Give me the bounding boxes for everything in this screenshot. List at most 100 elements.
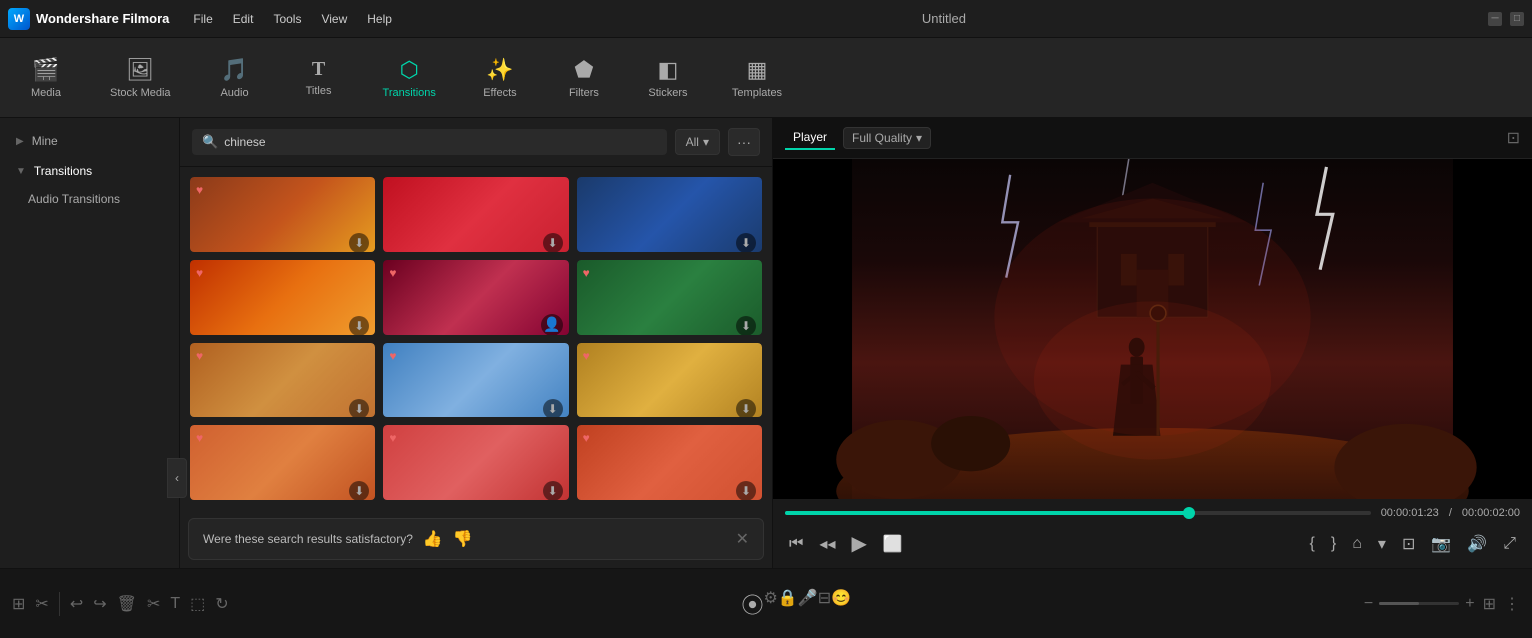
quality-selector[interactable]: Full Quality ▾	[843, 127, 931, 149]
download-icon[interactable]: ⬇	[349, 399, 369, 418]
filter-button[interactable]: All ▾	[675, 129, 720, 155]
fullscreen-button[interactable]: ⊡	[1398, 530, 1419, 558]
text-tool-button[interactable]: T	[170, 595, 180, 613]
toolbar-transitions-label: Transitions	[383, 87, 436, 99]
feedback-close-button[interactable]: ✕	[736, 529, 749, 549]
mark-in-button[interactable]: {	[1306, 531, 1319, 557]
grid-thumb-10: ♥ ⬇	[190, 425, 375, 500]
search-input-wrap[interactable]: 🔍	[192, 129, 667, 155]
download-icon[interactable]: ⬇	[543, 233, 563, 252]
thumbs-down-button[interactable]: 👎	[453, 529, 473, 549]
delete-button[interactable]: 🗑	[117, 594, 137, 614]
window-maximize-button[interactable]: □	[1510, 12, 1524, 26]
grid-item-1[interactable]: ♥ ⬇ Chinese New Year Transition...	[190, 177, 375, 252]
mic-button[interactable]: 🎤	[798, 588, 818, 620]
grid-item-3[interactable]: ⬇ Pixel Fighting Game Transi...	[577, 177, 762, 252]
more-timeline-button[interactable]: ⋮	[1504, 594, 1520, 614]
undo-button[interactable]: ↩	[70, 594, 83, 614]
menu-edit[interactable]: Edit	[225, 8, 262, 30]
grid-item-5[interactable]: ♥ 👤 Chinese New Year Transition...	[383, 260, 568, 335]
templates-icon: ▦	[747, 57, 768, 83]
layout-button[interactable]: ⊟	[818, 588, 831, 620]
play-center-button[interactable]: ⦿	[742, 588, 764, 620]
progress-bar[interactable]	[785, 511, 1371, 515]
more-options-button[interactable]: ···	[728, 128, 760, 156]
sidebar-item-mine[interactable]: ▶ Mine	[4, 126, 175, 156]
toolbar-effects[interactable]: ✨ Effects	[470, 51, 530, 105]
toolbar-audio[interactable]: 🎵 Audio	[205, 51, 265, 105]
download-icon[interactable]: ⬇	[543, 481, 563, 500]
toolbar-transitions[interactable]: ⬡ Transitions	[373, 51, 446, 105]
timeline-tool-2[interactable]: ✂	[35, 594, 48, 614]
rotate-tool-button[interactable]: ↻	[215, 594, 228, 614]
download-icon[interactable]: ⬇	[736, 481, 756, 500]
render-button[interactable]: ▾	[1374, 530, 1390, 558]
toolbar-stickers[interactable]: ◧ Stickers	[638, 51, 698, 105]
face-button[interactable]: 😊	[831, 588, 851, 620]
snapshot-button[interactable]: 📷	[1427, 530, 1455, 558]
window-minimize-button[interactable]: ─	[1488, 12, 1502, 26]
cut-tool-button[interactable]: ✂	[147, 594, 160, 614]
crop-tool-button[interactable]: ⬚	[190, 594, 205, 614]
grid-item-11[interactable]: ♥ ⬇	[383, 425, 568, 500]
download-icon[interactable]: ⬇	[736, 233, 756, 252]
redo-button[interactable]: ↪	[93, 594, 106, 614]
cut-button[interactable]: ⌂	[1348, 531, 1366, 557]
grid-item-10[interactable]: ♥ ⬇	[190, 425, 375, 500]
lock-button[interactable]: 🔒	[778, 588, 798, 620]
zoom-in-button[interactable]: +	[1465, 595, 1474, 613]
settings-center-button[interactable]: ⚙	[764, 588, 778, 620]
stop-button[interactable]: ⬜	[879, 530, 907, 558]
thumbs-up-button[interactable]: 👍	[423, 529, 443, 549]
time-separator: /	[1449, 507, 1452, 519]
skip-back-button[interactable]: ⏮	[785, 531, 807, 557]
app-name: Wondershare Filmora	[36, 11, 169, 26]
download-icon[interactable]: ⬇	[543, 399, 563, 418]
download-icon[interactable]: ⬇	[349, 233, 369, 252]
download-icon[interactable]: ⬇	[736, 399, 756, 418]
grid-item-12[interactable]: ♥ ⬇	[577, 425, 762, 500]
sidebar-mine-label: Mine	[32, 134, 58, 148]
toolbar-audio-label: Audio	[220, 87, 248, 99]
grid-item-9[interactable]: ♥ ⬇ Chinese Mythology Particle ...	[577, 343, 762, 418]
search-input[interactable]	[224, 135, 656, 149]
volume-button[interactable]: 🔊	[1463, 530, 1491, 558]
menu-tools[interactable]: Tools	[265, 8, 309, 30]
sidebar: ▶ Mine ▼ Transitions Audio Transitions ‹	[0, 118, 180, 568]
player-tab[interactable]: Player	[785, 126, 835, 150]
download-icon[interactable]: ⬇	[349, 481, 369, 500]
download-icon[interactable]: ⬇	[349, 316, 369, 335]
toolbar-titles[interactable]: T Titles	[289, 52, 349, 103]
menu-help[interactable]: Help	[359, 8, 400, 30]
grid-item-6[interactable]: ♥ ⬇ Chinese Calligraphy Pack Tr...	[577, 260, 762, 335]
frame-back-button[interactable]: ◂◂	[815, 530, 839, 558]
zoom-slider[interactable]	[1379, 602, 1459, 605]
grid-item-4[interactable]: ♥ ⬇ First Full Moon Transition 25	[190, 260, 375, 335]
grid-thumb-2: ⬇	[383, 177, 568, 252]
grid-view-button[interactable]: ⊞	[1483, 594, 1496, 614]
grid-item-7[interactable]: ♥ ⬇ Chinese Mythology Particle ...	[190, 343, 375, 418]
player-video	[773, 159, 1532, 499]
external-display-icon[interactable]: ⊡	[1507, 130, 1520, 147]
expand-button[interactable]: ⤢	[1499, 531, 1520, 557]
sidebar-item-audio-transitions[interactable]: Audio Transitions	[0, 186, 179, 212]
sidebar-collapse-button[interactable]: ‹	[167, 458, 187, 498]
toolbar-filters[interactable]: ⬟ Filters	[554, 51, 614, 105]
mark-out-button[interactable]: }	[1327, 531, 1340, 557]
sidebar-item-transitions[interactable]: ▼ Transitions	[4, 156, 175, 186]
toolbar-media[interactable]: 🎬 Media	[16, 51, 76, 105]
grid-item-8[interactable]: ♥ ⬇ Chinese Calligraphy Pack Tr...	[383, 343, 568, 418]
timeline-tool-1[interactable]: ⊞	[12, 594, 25, 614]
menu-file[interactable]: File	[185, 8, 220, 30]
zoom-out-button[interactable]: −	[1364, 595, 1373, 613]
timeline-tools: ⊞ ✂ ↩ ↪ 🗑 ✂ T ⬚ ↻	[12, 592, 229, 616]
toolbar-templates[interactable]: ▦ Templates	[722, 51, 792, 105]
play-button[interactable]: ▶	[847, 527, 870, 560]
menu-view[interactable]: View	[313, 8, 355, 30]
toolbar-stock-media[interactable]: 🖼 Stock Media	[100, 51, 181, 105]
heart-icon: ♥	[389, 266, 396, 280]
window-title: Untitled	[416, 11, 1472, 26]
titles-icon: T	[312, 58, 325, 81]
download-icon[interactable]: ⬇	[736, 316, 756, 335]
grid-item-2[interactable]: ⬇ Chinese New Year Transition...	[383, 177, 568, 252]
